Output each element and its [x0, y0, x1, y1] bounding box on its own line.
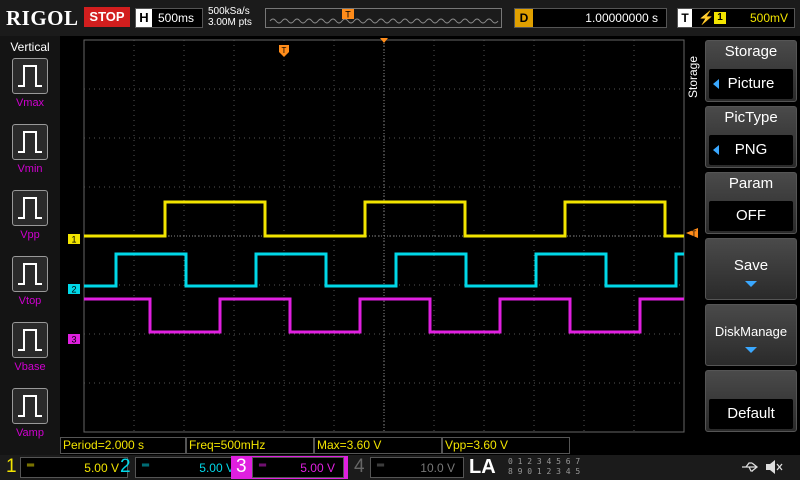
channel-2-scale-box[interactable]: ═ 5.00 V: [135, 457, 243, 478]
timebase-value: 500ms: [158, 11, 195, 25]
pulse-measure-icon: [12, 58, 48, 94]
result-frequency[interactable]: Freq=500mHz: [186, 437, 314, 454]
softkey-value: Picture: [709, 69, 793, 99]
horizontal-timebase-box[interactable]: H 500ms: [135, 8, 203, 28]
softkey-value: OFF: [709, 201, 793, 231]
measure-label: Vmin: [17, 163, 43, 175]
measure-quick-panel: Vertical Vmax Vmin Vpp Vtop Vbase Vamp: [0, 36, 60, 456]
graticule: 1 2 3 T T: [68, 38, 698, 433]
pulse-measure-icon: [12, 190, 48, 226]
speaker-icon[interactable]: [764, 459, 784, 475]
dc-coupling-icon: ═: [142, 460, 150, 471]
delay-label: D: [515, 9, 533, 27]
dc-coupling-icon: ═: [259, 460, 267, 471]
measure-vbase-button[interactable]: Vbase: [12, 322, 48, 373]
measure-label: Vmax: [15, 97, 45, 109]
memory-waveform-preview: T: [269, 9, 499, 24]
channel-4-scale-box[interactable]: ═ 10.0 V: [370, 457, 464, 478]
la-bits-bottom: 8 9 0 1 2 3 4 5: [508, 467, 581, 476]
measure-label: Vbase: [14, 361, 46, 373]
softkey-title: Storage: [724, 43, 778, 60]
dc-coupling-icon: ═: [377, 460, 385, 471]
softkey-title: PicType: [724, 109, 778, 126]
rising-edge-icon: ⚡: [698, 10, 715, 25]
measure-label: Vtop: [18, 295, 42, 307]
waveform-display[interactable]: 1 2 3 T T: [62, 36, 700, 436]
top-status-bar: RIGOL STOP H 500ms 500kSa/s 3.00M pts T …: [0, 0, 800, 36]
pulse-measure-icon: [12, 322, 48, 358]
acquisition-info: 500kSa/s 3.00M pts: [208, 6, 252, 28]
result-vpp[interactable]: Vpp=3.60 V: [442, 437, 570, 454]
logic-analyzer-bits: 0 1 2 3 4 5 6 7 8 9 0 1 2 3 4 5: [508, 457, 588, 478]
memory-depth: 3.00M pts: [208, 17, 252, 28]
arrow-left-icon: [713, 79, 719, 89]
dc-coupling-icon: ═: [27, 460, 35, 471]
measure-vmin-button[interactable]: Vmin: [12, 124, 48, 175]
brand-logo: RIGOL: [6, 6, 79, 30]
usb-icon: [742, 462, 759, 472]
channel-1-scale-box[interactable]: ═ 5.00 V: [20, 457, 128, 478]
softkey-value: PNG: [709, 135, 793, 165]
channel-3-scale-box[interactable]: ═ 5.00 V: [252, 457, 344, 478]
run-stop-indicator[interactable]: STOP: [84, 7, 130, 27]
softkey-save[interactable]: Save: [705, 238, 797, 300]
softkey-default[interactable]: Default: [705, 370, 797, 432]
pulse-measure-icon: [12, 256, 48, 292]
softkey-param[interactable]: Param OFF: [705, 172, 797, 234]
la-bits-top: 0 1 2 3 4 5 6 7: [508, 457, 581, 466]
trigger-position-label: T: [345, 10, 351, 20]
channel-4-number[interactable]: 4: [354, 456, 365, 478]
softkey-diskmanage[interactable]: DiskManage: [705, 304, 797, 366]
softkey-storage[interactable]: Storage Picture: [705, 40, 797, 102]
trigger-source: 1: [714, 12, 726, 24]
measure-label: Vpp: [20, 229, 40, 241]
result-period[interactable]: Period=2.000 s: [60, 437, 186, 454]
channel-status-bar: 1 ═ 5.00 V 2 ═ 5.00 V 3 ═ 5.00 V 4 ═ 10.…: [0, 455, 800, 480]
trigger-level-marker-label: T: [692, 230, 697, 239]
arrow-down-icon: [745, 281, 757, 287]
channel-3-scale: 5.00 V: [300, 461, 335, 475]
measurement-results-bar: Period=2.000 s Freq=500mHz Max=3.60 V Vp…: [60, 437, 700, 454]
softkey-pictype[interactable]: PicType PNG: [705, 106, 797, 168]
pulse-measure-icon: [12, 388, 48, 424]
trigger-level: 500mV: [749, 11, 788, 25]
logic-analyzer-label[interactable]: LA: [469, 455, 496, 479]
measure-vtop-button[interactable]: Vtop: [12, 256, 48, 307]
measure-vamp-button[interactable]: Vamp: [12, 388, 48, 439]
softkey-value: Default: [709, 399, 793, 429]
channel-3-number[interactable]: 3: [236, 456, 247, 478]
sample-rate: 500kSa/s: [208, 6, 250, 17]
softkey-title: DiskManage: [714, 324, 788, 339]
arrow-left-icon: [713, 145, 719, 155]
channel-2-scale: 5.00 V: [199, 461, 234, 475]
horizontal-label: H: [136, 9, 152, 27]
softkey-title: Param: [728, 175, 774, 192]
menu-side-label: Storage: [686, 55, 700, 98]
delay-box[interactable]: D 1.00000000 s: [514, 8, 667, 28]
channel-2-marker-label: 2: [71, 285, 76, 295]
memory-overview-bar: T: [265, 8, 502, 28]
delay-value: 1.00000000 s: [585, 11, 658, 25]
channel-1-scale: 5.00 V: [84, 461, 119, 475]
arrow-down-icon: [745, 347, 757, 353]
channel-3-marker-label: 3: [71, 335, 76, 345]
trigger-time-marker-label: T: [282, 46, 287, 55]
channel-1-number[interactable]: 1: [6, 456, 17, 478]
channel-1-marker-label: 1: [71, 235, 76, 245]
channel-4-scale: 10.0 V: [420, 461, 455, 475]
softkey-title: Save: [733, 257, 769, 274]
measure-label: Vamp: [16, 427, 44, 439]
pulse-measure-icon: [12, 124, 48, 160]
trigger-label: T: [678, 9, 692, 27]
result-max[interactable]: Max=3.60 V: [314, 437, 442, 454]
measure-vmax-button[interactable]: Vmax: [12, 58, 48, 109]
trigger-box[interactable]: T ⚡ 1 500mV: [677, 8, 795, 28]
left-panel-title: Vertical: [10, 40, 50, 54]
channel-2-number[interactable]: 2: [120, 456, 131, 478]
measure-vpp-button[interactable]: Vpp: [12, 190, 48, 241]
